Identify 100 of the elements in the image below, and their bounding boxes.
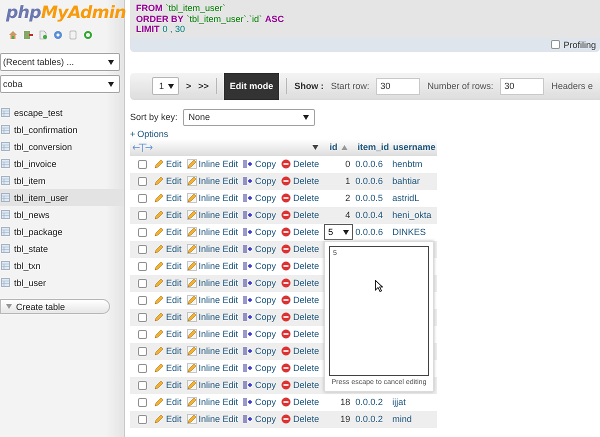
page-dropdown[interactable]: 1 [152,77,180,95]
inline-edit-link[interactable]: Inline Edit [186,363,238,373]
edit-link[interactable]: Edit [154,295,182,305]
edit-link[interactable]: Edit [154,193,182,203]
inline-edit-link[interactable]: Inline Edit [186,312,238,322]
column-resize-icon[interactable] [132,142,154,152]
delete-link[interactable]: Delete [281,227,320,237]
options-link[interactable]: + Options [130,128,168,138]
help-icon[interactable] [53,30,63,40]
edit-link[interactable]: Edit [154,414,182,424]
table-cell[interactable]: mind [390,414,437,424]
delete-link[interactable]: Delete [281,295,320,305]
next-page-link[interactable]: > [186,81,192,91]
last-page-link[interactable]: >> [198,81,209,91]
edit-link[interactable]: Edit [154,244,182,254]
recent-tables-dropdown[interactable]: (Recent tables) ... [0,53,120,71]
row-checkbox[interactable] [138,414,147,424]
row-checkbox[interactable] [138,244,147,254]
start-row-field[interactable]: 30 [376,78,420,94]
column-header[interactable]: item_id [355,138,391,156]
inline-edit-link[interactable]: Inline Edit [186,397,238,407]
copy-link[interactable]: Copy [243,414,276,424]
reload-icon[interactable] [83,30,93,40]
delete-link[interactable]: Delete [281,278,320,288]
row-checkbox[interactable] [138,296,147,304]
edit-mode-button[interactable]: Edit mode [224,72,280,100]
row-checkbox[interactable] [138,330,147,338]
table-item[interactable]: tbl_news [0,206,124,223]
edit-link[interactable]: Edit [154,210,182,220]
copy-link[interactable]: Copy [243,176,276,186]
copy-link[interactable]: Copy [243,278,276,288]
edit-link[interactable]: Edit [154,227,182,237]
rows-field[interactable]: 30 [500,78,544,94]
edit-link[interactable]: Edit [154,380,182,390]
table-cell[interactable]: 0.0.0.6 [353,176,390,186]
sort-key-dropdown[interactable]: None [182,108,315,126]
edit-link[interactable]: Edit [154,329,182,339]
delete-link[interactable]: Delete [281,210,320,220]
copy-link[interactable]: Copy [243,159,276,169]
delete-link[interactable]: Delete [281,193,320,203]
edit-link[interactable]: Edit [154,159,182,169]
table-cell[interactable]: heni_okta [390,210,437,220]
inline-edit-link[interactable]: Inline Edit [186,159,238,169]
inline-edit-link[interactable]: Inline Edit [186,380,238,390]
row-checkbox[interactable] [138,346,147,356]
inline-edit-link[interactable]: Inline Edit [186,261,238,271]
table-item[interactable]: tbl_user [0,274,124,291]
copy-link[interactable]: Copy [243,363,276,373]
copy-link[interactable]: Copy [243,346,276,356]
copy-link[interactable]: Copy [243,380,276,390]
table-cell[interactable]: DINKES [390,227,437,237]
create-table-button[interactable]: Create table [0,299,110,314]
table-cell[interactable]: 0.0.0.4 [353,210,390,220]
edit-link[interactable]: Edit [154,346,182,356]
inline-edit-link[interactable]: Inline Edit [186,244,238,254]
inline-edit-link[interactable]: Inline Edit [186,346,238,356]
delete-link[interactable]: Delete [281,397,320,407]
row-checkbox[interactable] [138,160,147,168]
edit-link[interactable]: Edit [154,261,182,271]
inline-edit-link[interactable]: Inline Edit [186,278,238,288]
profiling-checkbox[interactable] [551,40,560,49]
row-checkbox[interactable] [138,228,147,236]
copy-link[interactable]: Copy [243,193,276,203]
id-edit-dropdown[interactable]: 5 [324,224,354,240]
row-checkbox[interactable] [138,364,147,372]
table-item[interactable]: tbl_confirmation [0,121,124,138]
delete-link[interactable]: Delete [281,261,320,271]
delete-link[interactable]: Delete [281,159,320,169]
table-item[interactable]: escape_test [0,104,124,121]
delete-link[interactable]: Delete [281,414,320,424]
home-icon[interactable] [8,30,18,40]
delete-link[interactable]: Delete [281,312,320,322]
inline-edit-link[interactable]: Inline Edit [186,329,238,339]
row-checkbox[interactable] [138,194,147,202]
table-item[interactable]: tbl_invoice [0,155,124,172]
table-cell[interactable]: 0.0.0.5 [353,193,390,203]
inline-edit-link[interactable]: Inline Edit [186,414,238,424]
copy-link[interactable]: Copy [243,295,276,305]
row-checkbox[interactable] [138,398,147,406]
delete-link[interactable]: Delete [281,244,320,254]
row-checkbox[interactable] [138,278,147,288]
copy-link[interactable]: Copy [243,329,276,339]
copy-link[interactable]: Copy [243,312,276,322]
edit-link[interactable]: Edit [154,176,182,186]
inline-edit-link[interactable]: Inline Edit [186,193,238,203]
copy-link[interactable]: Copy [243,397,276,407]
table-cell[interactable]: astridL [390,193,437,203]
table-cell[interactable]: bahtiar [390,176,437,186]
table-item[interactable]: tbl_state [0,240,124,257]
copy-link[interactable]: Copy [243,261,276,271]
table-item[interactable]: tbl_item [0,172,124,189]
edit-link[interactable]: Edit [154,363,182,373]
column-header[interactable]: username [391,138,437,156]
row-checkbox[interactable] [138,210,147,220]
table-cell[interactable]: 0.0.0.2 [353,397,390,407]
row-checkbox[interactable] [138,262,147,270]
delete-link[interactable]: Delete [281,329,320,339]
delete-link[interactable]: Delete [281,363,320,373]
copy-link[interactable]: Copy [243,210,276,220]
table-item[interactable]: tbl_item_user [0,189,124,206]
